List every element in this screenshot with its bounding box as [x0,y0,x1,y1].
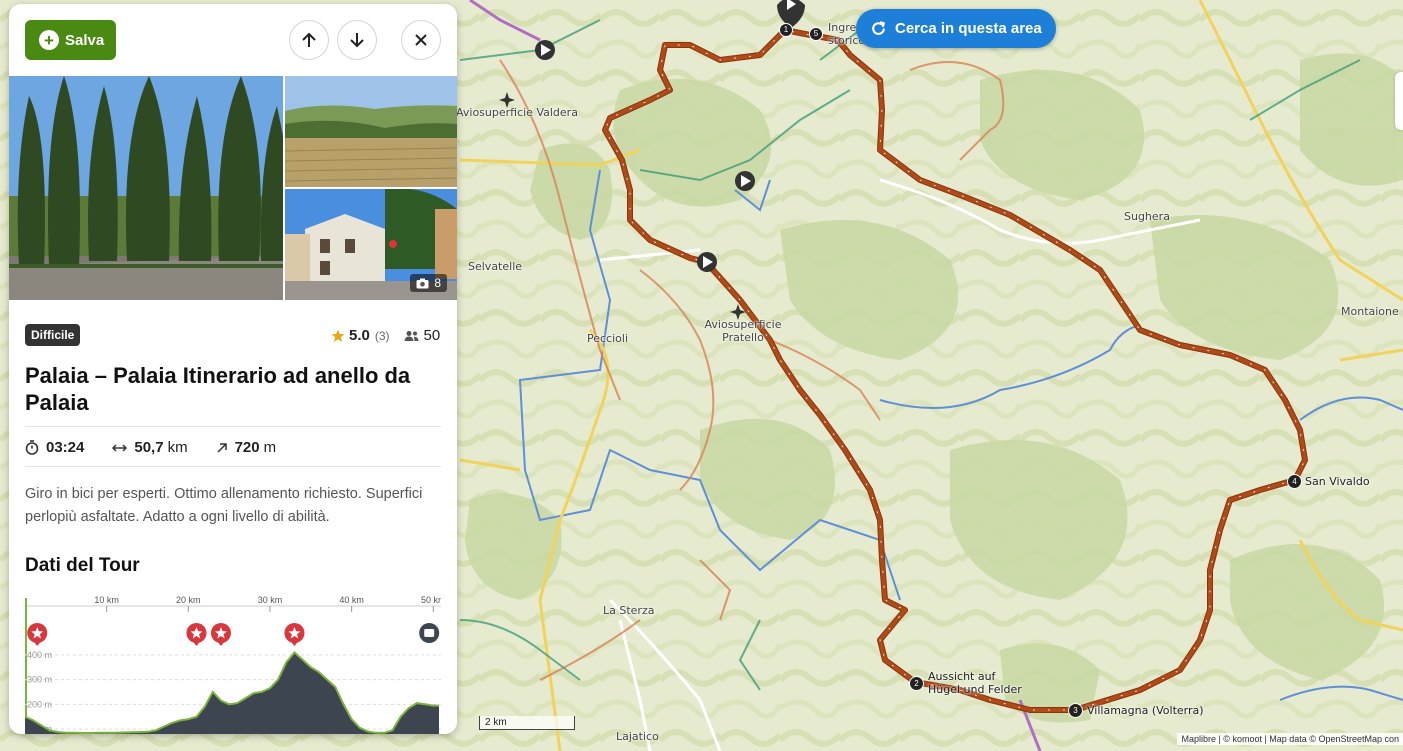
photo-landscape[interactable] [285,76,457,187]
users-icon [404,330,419,341]
scale-bar: 2 km [479,716,575,730]
arrow-up-icon [302,32,316,47]
waypoint-label: San Vivaldo [1305,475,1370,488]
photo-gallery[interactable]: 8 [9,76,457,300]
distance-stat: 50,7 km [112,439,188,456]
hills-photo [285,76,457,187]
waypoint-label-text: Aussicht auf Hügel und Felder [928,670,1022,696]
divider [25,466,441,467]
x-tick-label: 40 km [339,595,364,605]
map-control[interactable] [1395,72,1403,130]
map-label: Montaione [1341,305,1399,318]
panel-toolbar: + Salva [9,4,457,76]
elevation-profile-chart[interactable]: 10 km20 km30 km40 km50 km100 m200 m300 m… [25,592,441,734]
y-tick-label: 300 m [27,675,52,685]
camera-icon [416,278,429,288]
play-marker[interactable] [535,40,555,60]
x-tick-label: 10 km [94,595,119,605]
duration-stat: 03:24 [25,439,84,456]
diagonal-arrow-icon [217,442,227,453]
waypoint-marker[interactable]: 2 [909,676,924,691]
users-count: 50 [423,327,441,344]
star-icon [331,329,345,342]
close-button[interactable] [401,20,441,60]
rating-count: (3) [374,328,390,343]
waypoint-marker[interactable]: 3 [1068,703,1083,718]
divider [25,426,441,427]
stopwatch-icon [25,440,39,455]
map-label: Sughera [1124,210,1170,223]
tour-stats: 03:24 50,7 km 720 m [25,439,304,456]
search-area-button[interactable]: Cerca in questa area [856,9,1056,48]
completed-users: 50 [404,327,441,344]
refresh-icon [872,21,886,35]
photo-count-badge: 8 [410,274,447,292]
x-tick-label: 50 km [421,595,441,605]
arrow-down-icon [350,33,364,48]
waypoint-marker[interactable]: 1 [779,23,793,37]
map-label: Aviosuperficie Pratello [703,318,783,344]
waypoint-label: Aussicht auf Hügel und Felder [928,670,1028,696]
waypoint-marker[interactable]: 5 [809,27,823,41]
map-label: Lajatico [616,730,659,743]
waypoint-marker[interactable]: 4 [1287,474,1302,489]
section-title: Dati del Tour [25,555,140,576]
elevation-stat: 720 m [216,439,277,456]
save-label: Salva [65,31,105,49]
horizontal-arrows-icon [112,443,128,452]
map-attribution[interactable]: Maplibre | © komoot | Map data © OpenStr… [1177,733,1403,745]
tour-title: Palaia – Palaia Itinerario ad anello da … [25,363,411,415]
y-tick-label: 400 m [27,650,52,660]
map-label-text: Aviosuperficie Pratello [704,318,782,344]
map-label: Peccioli [587,332,629,345]
elevation-area [25,652,439,734]
difficulty-badge: Difficile [25,324,81,346]
previous-button[interactable] [289,20,329,60]
photo-village[interactable]: 8 [285,189,457,300]
x-tick-label: 20 km [176,595,201,605]
cypress-road-photo [9,76,283,300]
tour-panel: + Salva 8 Difficile 5.0 (3) 50 Palaia – … [9,4,457,734]
elevation-unit: m [263,439,277,456]
rating-summary[interactable]: 5.0 (3) 50 [331,327,440,344]
y-tick-label: 200 m [27,699,52,709]
map-label: Aviosuperficie Valdera [456,106,578,119]
duration-value: 03:24 [46,439,85,456]
tour-description: Giro in bici per esperti. Ottimo allenam… [25,486,423,525]
play-marker[interactable] [735,171,755,191]
map-label: Selvatelle [468,260,523,273]
waypoint-label: Villamagna (Volterra) [1087,704,1204,717]
distance-unit: km [167,439,188,456]
next-button[interactable] [337,20,377,60]
photo-marker-icon [424,629,435,637]
plus-icon: + [39,30,59,50]
close-icon [415,34,427,46]
photo-main[interactable] [9,76,283,300]
play-marker[interactable] [697,252,717,272]
elevation-value: 720 [234,439,260,456]
x-tick-label: 30 km [258,595,283,605]
save-button[interactable]: + Salva [25,20,116,60]
map-label: La Sterza [603,604,655,617]
search-area-label: Cerca in questa area [895,20,1042,37]
rating-score: 5.0 [349,327,370,344]
photo-count: 8 [434,276,441,290]
distance-value: 50,7 [134,439,164,456]
